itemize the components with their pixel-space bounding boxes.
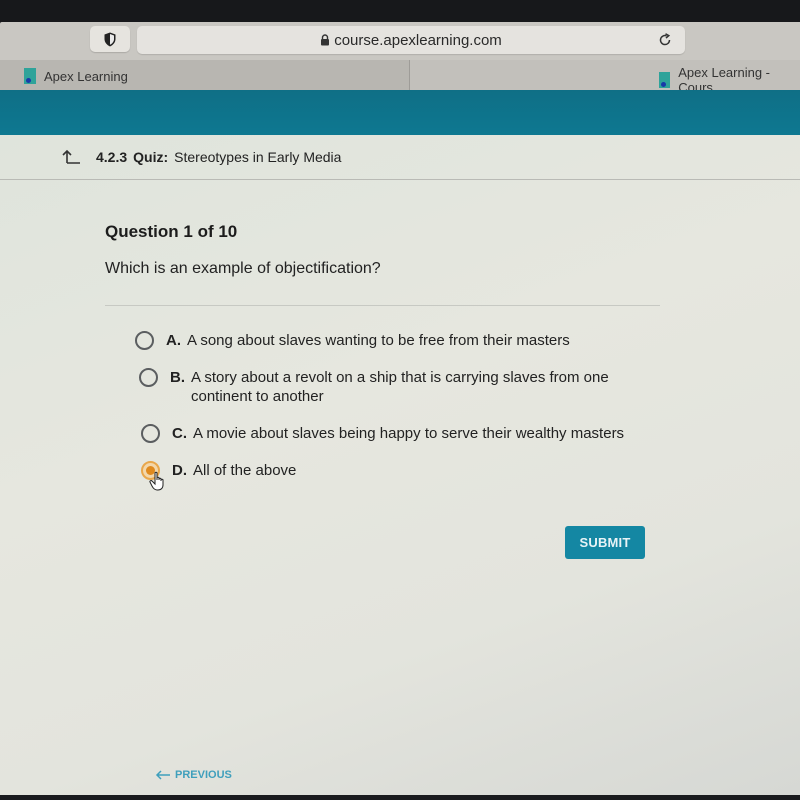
lesson-type: Quiz: bbox=[133, 149, 169, 165]
hand-pointer-cursor-icon bbox=[149, 471, 164, 491]
apex-favicon-icon bbox=[659, 72, 671, 88]
reload-button[interactable] bbox=[655, 30, 675, 50]
address-bar[interactable]: course.apexlearning.com bbox=[137, 26, 685, 54]
option-letter: A. bbox=[166, 332, 181, 349]
radio-button-a[interactable] bbox=[135, 331, 154, 350]
reload-icon bbox=[659, 33, 671, 46]
privacy-shield-button[interactable] bbox=[90, 26, 130, 52]
option-text: A song about slaves wanting to be free f… bbox=[187, 332, 570, 349]
option-text: A story about a revolt on a ship that is… bbox=[191, 369, 609, 405]
quiz-page: 4.2.3 Quiz: Stereotypes in Early Media Q… bbox=[0, 135, 800, 795]
answer-option-d[interactable]: D. All of the above bbox=[141, 461, 665, 491]
question-counter: Question 1 of 10 bbox=[105, 222, 238, 241]
app-header-bar bbox=[0, 90, 800, 135]
answer-option-a[interactable]: A. A song about slaves wanting to be fre… bbox=[135, 331, 665, 350]
option-letter: C. bbox=[172, 425, 187, 442]
tab-strip: Apex Learning Apex Learning - Cours bbox=[0, 60, 800, 95]
previous-label: PREVIOUS bbox=[175, 769, 232, 781]
url-text: course.apexlearning.com bbox=[334, 31, 502, 49]
apex-favicon-icon bbox=[24, 68, 36, 84]
option-text: A movie about slaves being happy to serv… bbox=[193, 425, 625, 442]
breadcrumb: 4.2.3 Quiz: Stereotypes in Early Media bbox=[0, 135, 800, 180]
lock-icon bbox=[321, 34, 330, 46]
radio-button-b[interactable] bbox=[139, 368, 158, 387]
tab-label: Apex Learning bbox=[44, 68, 128, 84]
lesson-number: 4.2.3 bbox=[96, 149, 128, 165]
screen-bezel-top bbox=[0, 0, 800, 24]
shield-icon bbox=[104, 32, 116, 46]
previous-button[interactable]: PREVIOUS bbox=[155, 769, 232, 781]
divider bbox=[105, 305, 660, 306]
answer-option-c[interactable]: C. A movie about slaves being happy to s… bbox=[141, 424, 665, 443]
question-prompt: Which is an example of objectification? bbox=[105, 260, 381, 277]
option-text: All of the above bbox=[193, 462, 297, 479]
browser-toolbar: course.apexlearning.com bbox=[0, 22, 800, 62]
radio-button-c[interactable] bbox=[141, 424, 160, 443]
back-up-arrow-icon[interactable] bbox=[62, 149, 82, 165]
lesson-title: Stereotypes in Early Media bbox=[174, 149, 342, 165]
arrow-left-icon bbox=[155, 770, 170, 780]
option-letter: B. bbox=[170, 369, 185, 386]
answer-option-b[interactable]: B. A story about a revolt on a ship that… bbox=[139, 368, 665, 406]
answer-options: A. A song about slaves wanting to be fre… bbox=[135, 331, 665, 498]
tab-apex-learning[interactable]: Apex Learning bbox=[0, 60, 410, 92]
screen-bezel-bottom bbox=[0, 795, 800, 800]
option-letter: D. bbox=[172, 462, 187, 479]
submit-button[interactable]: SUBMIT bbox=[565, 526, 645, 559]
